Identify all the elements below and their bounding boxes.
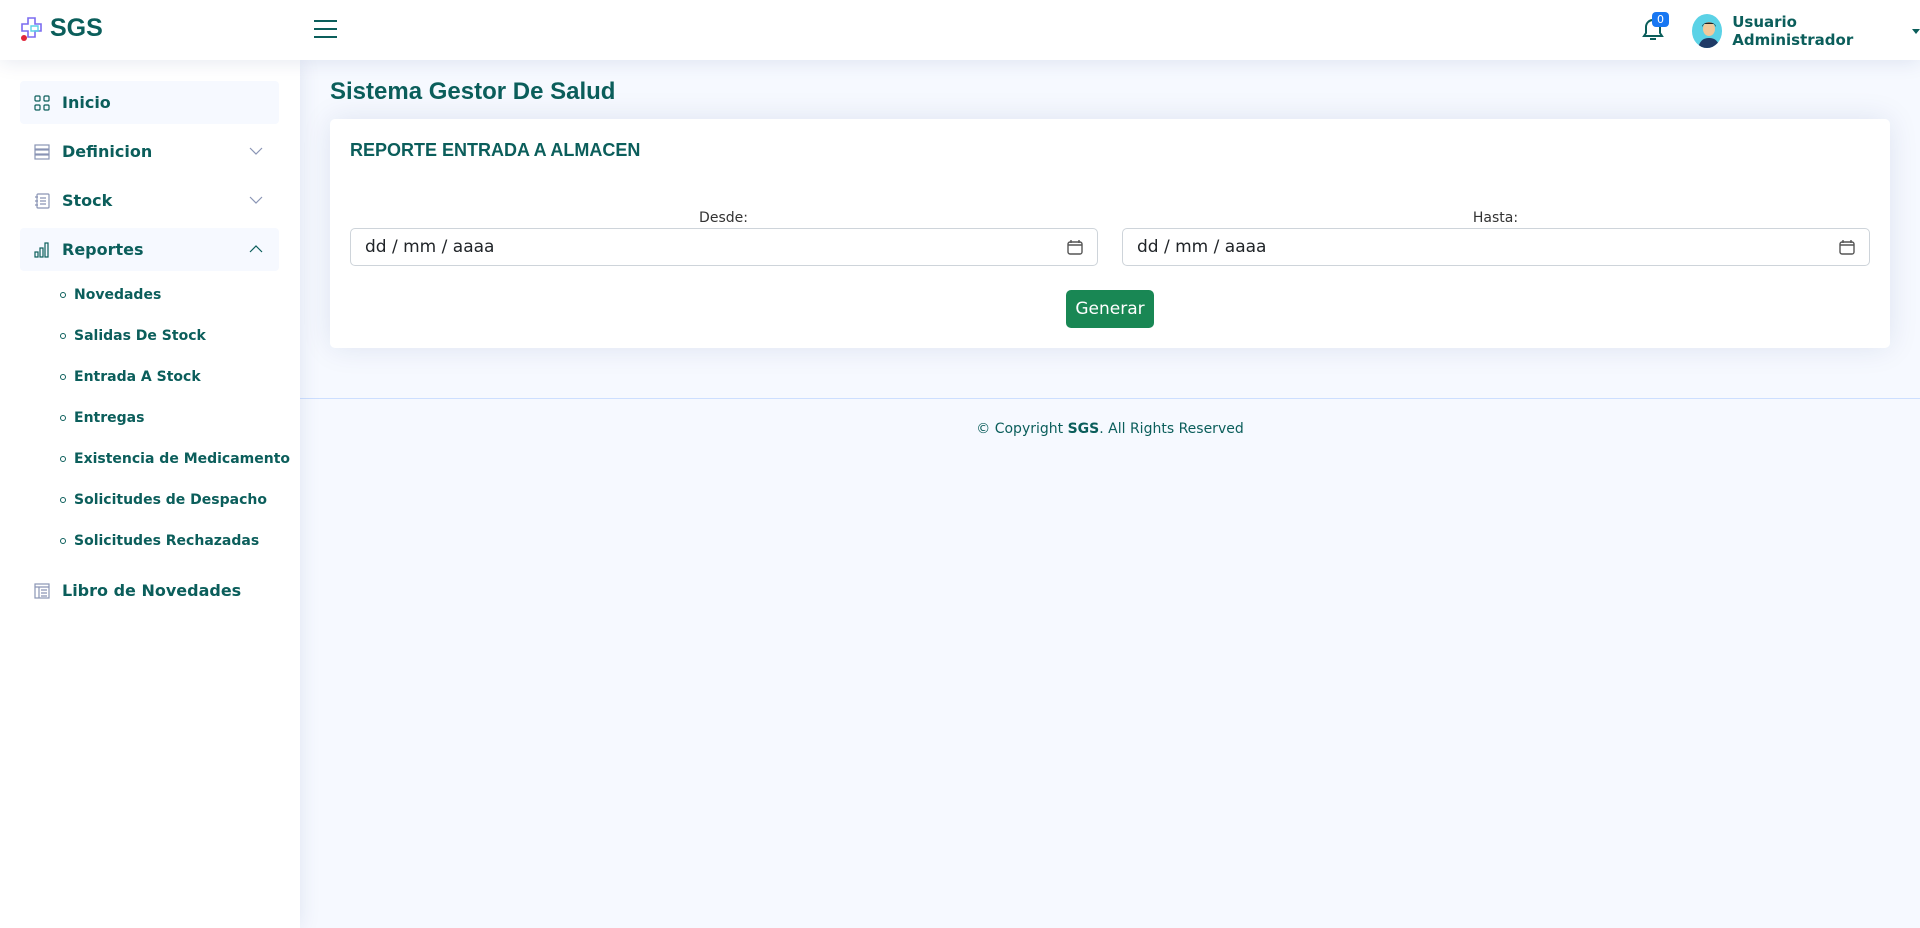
grid-icon [34, 94, 50, 111]
card-title: REPORTE ENTRADA A ALMACEN [350, 140, 641, 160]
copyright-prefix: © Copyright [976, 421, 1068, 437]
sidebar-item-libro[interactable]: Libro de Novedades [20, 569, 279, 612]
sidebar-item-definicion[interactable]: Definicion [20, 130, 279, 173]
circle-icon [60, 538, 66, 544]
page-title: Sistema Gestor De Salud [330, 78, 616, 105]
date-placeholder: dd / mm / aaaa [1137, 237, 1267, 257]
subitem-label: Salidas De Stock [74, 328, 206, 344]
hasta-label: Hasta: [1472, 210, 1519, 226]
sidebar-item-label: Definicion [62, 142, 153, 161]
date-placeholder: dd / mm / aaaa [365, 237, 495, 257]
sidebar-subitem-solicitudes-rechazadas[interactable]: Solicitudes Rechazadas [60, 533, 259, 549]
logo-text: SGS [50, 14, 103, 42]
sidebar: Inicio Definicion Stock Reportes Novedad… [0, 60, 300, 928]
circle-icon [60, 333, 66, 339]
calendar-icon[interactable] [1067, 239, 1083, 255]
generate-button[interactable]: Generar [1066, 290, 1154, 328]
medical-cross-logo-icon [21, 16, 42, 41]
subitem-label: Solicitudes Rechazadas [74, 533, 260, 549]
circle-icon [60, 497, 66, 503]
subitem-label: Solicitudes de Despacho [74, 492, 267, 508]
circle-icon [60, 415, 66, 421]
list-icon [34, 143, 50, 160]
avatar [1692, 14, 1723, 48]
journal-icon [35, 192, 50, 209]
sidebar-item-label: Reportes [62, 240, 144, 259]
chevron-down-icon [249, 196, 263, 204]
circle-icon [60, 456, 66, 462]
circle-icon [60, 374, 66, 380]
sidebar-subitem-novedades[interactable]: Novedades [60, 287, 161, 303]
sidebar-item-label: Stock [62, 191, 113, 210]
subitem-label: Existencia de Medicamento [74, 451, 291, 467]
circle-icon [60, 292, 66, 298]
sidebar-subitem-entregas[interactable]: Entregas [60, 410, 144, 426]
user-name: Usuario Administrador [1732, 13, 1854, 49]
calendar-icon[interactable] [1839, 239, 1855, 255]
sidebar-subitem-salidas[interactable]: Salidas De Stock [60, 328, 206, 344]
sidebar-subitem-solicitudes-despacho[interactable]: Solicitudes de Despacho [60, 492, 267, 508]
sidebar-item-stock[interactable]: Stock [20, 179, 279, 222]
subitem-label: Entrada A Stock [74, 369, 201, 385]
copyright: © Copyright SGS. All Rights Reserved [300, 421, 1920, 437]
notification-badge: 0 [1652, 12, 1669, 27]
desde-label: Desde: [699, 210, 748, 226]
copyright-brand: SGS [1067, 421, 1100, 437]
menu-toggle-icon[interactable] [314, 20, 337, 40]
desde-date-input[interactable]: dd / mm / aaaa [350, 228, 1098, 266]
hasta-date-input[interactable]: dd / mm / aaaa [1122, 228, 1870, 266]
footer-divider [300, 398, 1920, 399]
subitem-label: Entregas [74, 410, 145, 426]
chevron-up-icon [249, 245, 263, 253]
user-menu[interactable]: Usuario Administrador [1692, 13, 1920, 49]
report-card: REPORTE ENTRADA A ALMACEN Desde: Hasta: … [330, 119, 1890, 348]
sidebar-subitem-existencia[interactable]: Existencia de Medicamento [60, 451, 290, 467]
sidebar-subitem-entrada[interactable]: Entrada A Stock [60, 369, 201, 385]
subitem-label: Novedades [74, 287, 162, 303]
copyright-suffix: . All Rights Reserved [1099, 421, 1244, 437]
sidebar-item-label: Libro de Novedades [62, 581, 242, 600]
chevron-down-icon [249, 147, 263, 155]
sidebar-item-inicio[interactable]: Inicio [20, 81, 279, 124]
logo[interactable]: SGS [20, 14, 103, 43]
sidebar-item-label: Inicio [62, 93, 111, 112]
bar-chart-icon [34, 241, 49, 258]
layout-text-icon [34, 582, 50, 599]
sidebar-item-reportes[interactable]: Reportes [20, 228, 279, 271]
caret-down-icon [1912, 28, 1920, 34]
top-header: SGS 0 Usuario Administrador [0, 0, 1920, 60]
